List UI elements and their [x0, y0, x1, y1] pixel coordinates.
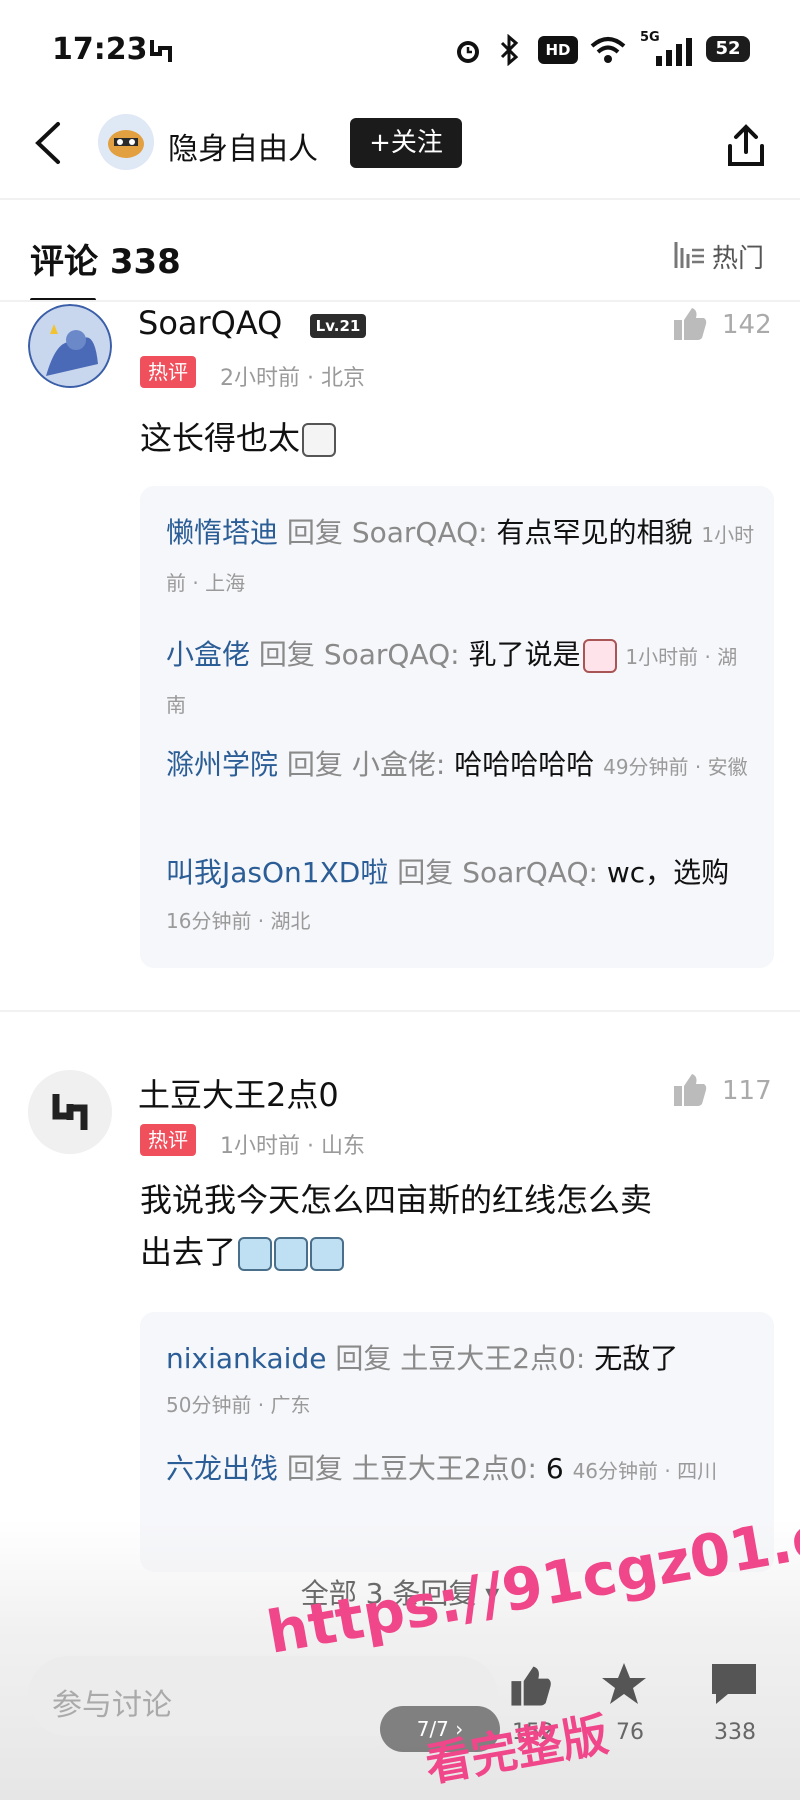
- smirk-emoji-icon: [302, 423, 337, 457]
- reply-item[interactable]: 小盒佬 回复 SoarQAQ: 乳了说是 1小时前 · 湖南: [166, 632, 756, 728]
- reply-text: wc，选购: [606, 856, 730, 889]
- reply-verb: 回复: [286, 516, 343, 549]
- reply-target[interactable]: 土豆大王2点0:: [352, 1452, 537, 1485]
- status-time: 17:23: [52, 32, 148, 67]
- comment-text-content: 这长得也太: [140, 419, 301, 457]
- reply-verb: 回复: [286, 1452, 343, 1485]
- author-name[interactable]: 隐身自由人: [168, 124, 318, 168]
- reply-meta: 49分钟前 · 安徽: [603, 755, 748, 779]
- reply-verb: 回复: [286, 748, 343, 781]
- reply-target[interactable]: SoarQAQ:: [462, 856, 598, 889]
- reply-author[interactable]: 小盒佬: [166, 638, 250, 671]
- comment-input-placeholder: 参与讨论: [52, 1688, 172, 1723]
- comment-text: 我说我今天怎么四亩斯的红线怎么卖 出去了: [140, 1174, 760, 1278]
- reply-text: 无敌了: [594, 1342, 679, 1375]
- reply-target[interactable]: SoarQAQ:: [352, 516, 488, 549]
- battery-indicator: 52: [706, 36, 750, 62]
- comment-text-line-2: 出去了: [140, 1226, 760, 1278]
- reply-meta: 16分钟前 · 湖北: [166, 909, 311, 933]
- reply-item[interactable]: nixiankaide 回复 土豆大王2点0: 无敌了 50分钟前 · 广东: [166, 1336, 756, 1428]
- star-count: 76: [616, 1720, 644, 1745]
- reply-item[interactable]: 六龙出饯 回复 土豆大王2点0: 6 46分钟前 · 四川: [166, 1446, 756, 1494]
- hd-badge: HD: [538, 36, 578, 64]
- tab-divider: [0, 300, 800, 302]
- follow-button[interactable]: +关注: [350, 118, 462, 168]
- comment-text: 这长得也太: [140, 412, 337, 464]
- reply-target[interactable]: 土豆大王2点0:: [400, 1342, 585, 1375]
- reply-verb: 回复: [397, 856, 454, 889]
- reply-verb: 回复: [258, 638, 315, 671]
- like-count: 142: [722, 310, 772, 340]
- level-badge: Lv.21: [310, 314, 366, 338]
- reply-author[interactable]: nixiankaide: [166, 1342, 326, 1375]
- hot-comment-badge: 热评: [140, 1124, 196, 1156]
- author-avatar[interactable]: [98, 114, 154, 170]
- signal-icon: [656, 38, 692, 66]
- comments-title: 评论 338: [30, 242, 181, 282]
- back-arrow-icon[interactable]: [30, 120, 66, 166]
- comment-avatar[interactable]: [28, 304, 112, 388]
- reply-author[interactable]: 六龙出饯: [166, 1452, 278, 1485]
- comment-count-footer: 338: [714, 1720, 756, 1745]
- reply-text: 6: [545, 1452, 564, 1485]
- crying-emoji-icon: [310, 1237, 345, 1271]
- reply-author[interactable]: 懒惰塔迪: [166, 516, 278, 549]
- like-icon[interactable]: [508, 1664, 554, 1708]
- reply-meta: 46分钟前 · 四川: [572, 1459, 718, 1483]
- reply-author[interactable]: 滁州学院: [166, 748, 278, 781]
- star-icon[interactable]: [600, 1660, 648, 1708]
- bluetooth-icon: [500, 34, 519, 66]
- comment-text-line: 我说我今天怎么四亩斯的红线怎么卖: [140, 1181, 653, 1219]
- reply-text: 乳了说是: [468, 638, 581, 671]
- comment-text-content: 出去了: [140, 1233, 237, 1271]
- reply-target[interactable]: SoarQAQ:: [324, 638, 460, 671]
- app-logo-icon: [150, 40, 172, 62]
- crying-emoji-icon: [238, 1237, 273, 1271]
- alarm-icon: [457, 41, 479, 63]
- reply-item[interactable]: 叫我JasOn1XD啦 回复 SoarQAQ: wc，选购 16分钟前 · 湖北: [166, 850, 756, 944]
- blush-emoji-icon: [582, 639, 617, 673]
- comment-icon[interactable]: [708, 1660, 760, 1708]
- reply-verb: 回复: [335, 1342, 392, 1375]
- like-count: 117: [722, 1076, 772, 1106]
- comment-author-name[interactable]: SoarQAQ: [138, 304, 282, 342]
- share-icon[interactable]: [724, 122, 768, 170]
- reply-target[interactable]: 小盒佬:: [352, 748, 445, 781]
- status-bar: 17:23 HD 5G 52: [0, 0, 800, 100]
- comment-meta: 1小时前 · 山东: [220, 1134, 365, 1159]
- reply-text: 有点罕见的相貌: [496, 516, 693, 549]
- comment-divider: [0, 1010, 800, 1012]
- thumbs-up-icon[interactable]: [672, 1072, 708, 1108]
- sort-label[interactable]: 热门: [712, 238, 764, 275]
- reply-item[interactable]: 懒惰塔迪 回复 SoarQAQ: 有点罕见的相貌 1小时前 · 上海: [166, 510, 756, 606]
- comment-author-name[interactable]: 土豆大王2点0: [138, 1070, 339, 1116]
- header-divider: [0, 198, 800, 200]
- reply-author[interactable]: 叫我JasOn1XD啦: [166, 856, 388, 889]
- reply-text: 哈哈哈哈哈: [454, 748, 595, 781]
- crying-emoji-icon: [274, 1237, 309, 1271]
- hot-comment-badge: 热评: [140, 356, 196, 388]
- reply-item[interactable]: 滁州学院 回复 小盒佬: 哈哈哈哈哈 49分钟前 · 安徽: [166, 742, 756, 790]
- reply-meta: 50分钟前 · 广东: [166, 1393, 311, 1417]
- sort-icon[interactable]: [672, 240, 706, 270]
- comment-avatar[interactable]: [28, 1070, 112, 1154]
- comment-meta: 2小时前 · 北京: [220, 366, 365, 391]
- thumbs-up-icon[interactable]: [672, 306, 708, 342]
- wifi-icon: [590, 37, 626, 63]
